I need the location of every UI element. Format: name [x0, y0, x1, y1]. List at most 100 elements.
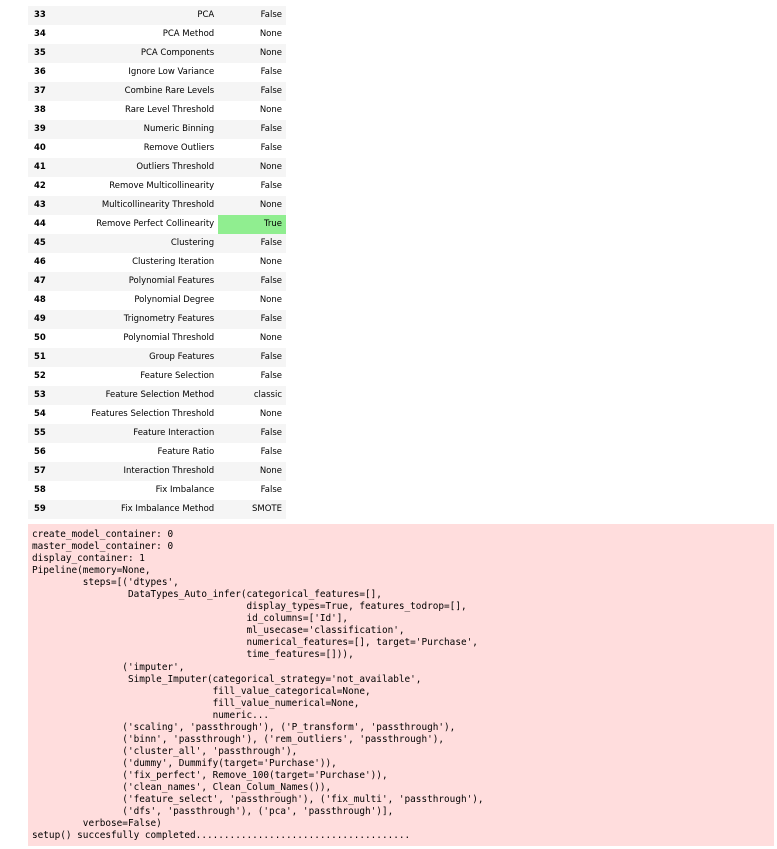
- output-line: verbose=False): [32, 818, 162, 830]
- row-value: False: [218, 424, 286, 443]
- row-index: 53: [28, 386, 77, 405]
- row-value: False: [218, 177, 286, 196]
- output-line: time_features=[])),: [32, 649, 354, 661]
- row-index: 33: [28, 6, 77, 25]
- output-line: fill_value_categorical=None,: [32, 685, 371, 697]
- row-description: Polynomial Features: [76, 272, 219, 291]
- output-line: DataTypes_Auto_infer(categorical_feature…: [32, 589, 382, 601]
- row-value: None: [218, 405, 286, 424]
- table-row: 45 Clustering False: [28, 234, 286, 253]
- row-value: classic: [218, 386, 286, 405]
- row-index: 47: [28, 272, 77, 291]
- output-line: ('feature_select', 'passthrough'), ('fix…: [32, 794, 484, 806]
- output-line: numerical_features=[], target='Purchase'…: [32, 637, 478, 649]
- output-line: ('dummy', Dummify(target='Purchase')),: [32, 757, 337, 769]
- table-row: 49 Trignometry Features False: [28, 310, 286, 329]
- row-description: Feature Selection Method: [76, 386, 219, 405]
- table-row: 37 Combine Rare Levels False: [28, 82, 286, 101]
- output-line: display_container: 1: [32, 553, 145, 565]
- row-value: None: [218, 25, 286, 44]
- table-row: 48 Polynomial Degree None: [28, 291, 286, 310]
- row-value: None: [218, 158, 286, 177]
- output-line: display_types=True, features_todrop=[],: [32, 601, 467, 613]
- table-row: 52 Feature Selection False: [28, 367, 286, 386]
- row-value: False: [218, 120, 286, 139]
- table-row: 54 Features Selection Threshold None: [28, 405, 286, 424]
- table-row: 53 Feature Selection Method classic: [28, 386, 286, 405]
- row-value: False: [218, 310, 286, 329]
- output-line: create_model_container: 0: [32, 529, 174, 540]
- row-description: Outliers Threshold: [76, 158, 219, 177]
- row-index: 46: [28, 253, 77, 272]
- output-line: Pipeline(memory=None,: [32, 565, 151, 577]
- row-index: 58: [28, 481, 77, 500]
- row-index: 35: [28, 44, 77, 63]
- row-value: False: [218, 443, 286, 462]
- setup-summary-table-body: 33 PCA False 34 PCA Method None 35 PCA Componen…: [28, 6, 286, 519]
- table-row: 50 Polynomial Threshold None: [28, 329, 286, 348]
- row-description: Numeric Binning: [76, 120, 219, 139]
- row-value: None: [218, 329, 286, 348]
- row-description: Features Selection Threshold: [76, 405, 219, 424]
- table-row: 38 Rare Level Threshold None: [28, 101, 286, 120]
- row-index: 45: [28, 234, 77, 253]
- output-line: fill_value_numerical=None,: [32, 697, 360, 709]
- row-value: False: [218, 82, 286, 101]
- row-index: 41: [28, 158, 77, 177]
- row-description: Remove Outliers: [76, 139, 219, 158]
- cell-output-stderr: create_model_container: 0 master_model_c…: [28, 524, 774, 846]
- table-row: 34 PCA Method None: [28, 25, 286, 44]
- row-description: Clustering Iteration: [76, 253, 219, 272]
- table-row: 43 Multicollinearity Threshold None: [28, 196, 286, 215]
- table-row: 55 Feature Interaction False: [28, 424, 286, 443]
- table-row: 36 Ignore Low Variance False: [28, 63, 286, 82]
- row-value: False: [218, 367, 286, 386]
- row-description: Feature Ratio: [76, 443, 219, 462]
- output-line: ('dfs', 'passthrough'), ('pca', 'passthr…: [32, 806, 394, 818]
- table-row: 41 Outliers Threshold None: [28, 158, 286, 177]
- row-value-highlighted: True: [218, 215, 286, 234]
- row-description: Interaction Threshold: [76, 462, 219, 481]
- row-index: 59: [28, 500, 77, 519]
- row-description: Clustering: [76, 234, 219, 253]
- table-row: 47 Polynomial Features False: [28, 272, 286, 291]
- output-line: ('imputer',: [32, 661, 185, 673]
- row-description: Fix Imbalance: [76, 481, 219, 500]
- row-index: 34: [28, 25, 77, 44]
- row-index: 51: [28, 348, 77, 367]
- table-row: 42 Remove Multicollinearity False: [28, 177, 286, 196]
- row-description: PCA Method: [76, 25, 219, 44]
- row-index: 56: [28, 443, 77, 462]
- table-row: 39 Numeric Binning False: [28, 120, 286, 139]
- output-line: steps=[('dtypes',: [32, 577, 179, 589]
- row-index: 36: [28, 63, 77, 82]
- row-value: False: [218, 6, 286, 25]
- table-row: 59 Fix Imbalance Method SMOTE: [28, 500, 286, 519]
- row-index: 52: [28, 367, 77, 386]
- row-index: 43: [28, 196, 77, 215]
- output-line: ('binn', 'passthrough'), ('rem_outliers'…: [32, 733, 445, 745]
- table-row: 57 Interaction Threshold None: [28, 462, 286, 481]
- row-description: Remove Multicollinearity: [76, 177, 219, 196]
- row-description: Polynomial Degree: [76, 291, 219, 310]
- row-description: Polynomial Threshold: [76, 329, 219, 348]
- row-value: False: [218, 481, 286, 500]
- row-description: Combine Rare Levels: [76, 82, 219, 101]
- row-value: None: [218, 101, 286, 120]
- table-row: 51 Group Features False: [28, 348, 286, 367]
- row-description: Rare Level Threshold: [76, 101, 219, 120]
- row-index: 39: [28, 120, 77, 139]
- row-description: Trignometry Features: [76, 310, 219, 329]
- row-description: Group Features: [76, 348, 219, 367]
- row-value: False: [218, 272, 286, 291]
- table-row: 40 Remove Outliers False: [28, 139, 286, 158]
- output-line: setup() succesfully completed...........…: [32, 830, 411, 842]
- row-description: Multicollinearity Threshold: [76, 196, 219, 215]
- setup-summary-table: 33 PCA False 34 PCA Method None 35 PCA Componen…: [28, 6, 286, 519]
- row-description: PCA Components: [76, 44, 219, 63]
- output-line: Simple_Imputer(categorical_strategy='not…: [32, 673, 422, 685]
- row-index: 42: [28, 177, 77, 196]
- table-row: 56 Feature Ratio False: [28, 443, 286, 462]
- row-index: 55: [28, 424, 77, 443]
- row-description: Feature Selection: [76, 367, 219, 386]
